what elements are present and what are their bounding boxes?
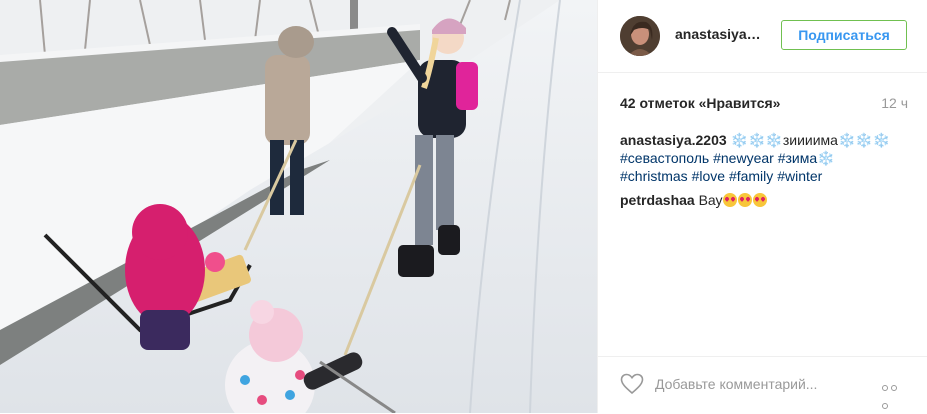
likes-count[interactable]: 42 отметок «Нравится»: [620, 95, 780, 111]
comment-username[interactable]: petrdashaa: [620, 192, 695, 208]
hashtag[interactable]: #christmas: [620, 168, 688, 184]
follow-button[interactable]: Подписаться: [781, 20, 907, 50]
caption-username[interactable]: anastasiya.2203: [620, 132, 727, 148]
likes-row: 42 отметок «Нравится» 12 ч: [620, 95, 908, 113]
heart-eyes-emoji-icon: [722, 193, 737, 207]
post-photo[interactable]: [0, 0, 597, 413]
hashtag[interactable]: #newyear: [713, 150, 774, 166]
caption: anastasiya.2203 ❄️❄️❄️зиииима❄️❄️❄️ #сев…: [620, 131, 910, 185]
snow-emoji-trailing: ❄️: [817, 150, 835, 166]
comment-input[interactable]: [655, 372, 875, 396]
hashtag[interactable]: #love: [692, 168, 725, 184]
photo-illustration: [0, 0, 597, 413]
comment-text: Вау: [698, 192, 723, 208]
caption-text: зиииима: [782, 132, 838, 148]
heart-eyes-emoji-icon: [752, 193, 767, 207]
comment-item: petrdashaa Вау: [620, 192, 768, 208]
hashtag[interactable]: #family: [729, 168, 773, 184]
avatar[interactable]: [620, 16, 660, 56]
heart-eyes-emoji-icon: [737, 193, 752, 207]
snow-emoji-suffix: ❄️❄️❄️: [837, 132, 891, 148]
comment-bar: [598, 356, 927, 413]
post-header: anastasiya.2203 Подписаться: [598, 0, 927, 73]
hashtag[interactable]: #winter: [777, 168, 822, 184]
heart-icon[interactable]: [620, 373, 644, 395]
hashtag[interactable]: #зима: [778, 150, 817, 166]
hashtag[interactable]: #севастополь: [620, 150, 709, 166]
ellipsis-icon[interactable]: [882, 378, 908, 409]
snow-emoji-prefix: ❄️❄️❄️: [730, 132, 783, 148]
post-time[interactable]: 12 ч: [881, 95, 908, 111]
header-username[interactable]: anastasiya.2203: [675, 26, 761, 42]
post-sidebar: anastasiya.2203 Подписаться 42 отметок «…: [597, 0, 927, 413]
avatar-image: [620, 16, 660, 56]
